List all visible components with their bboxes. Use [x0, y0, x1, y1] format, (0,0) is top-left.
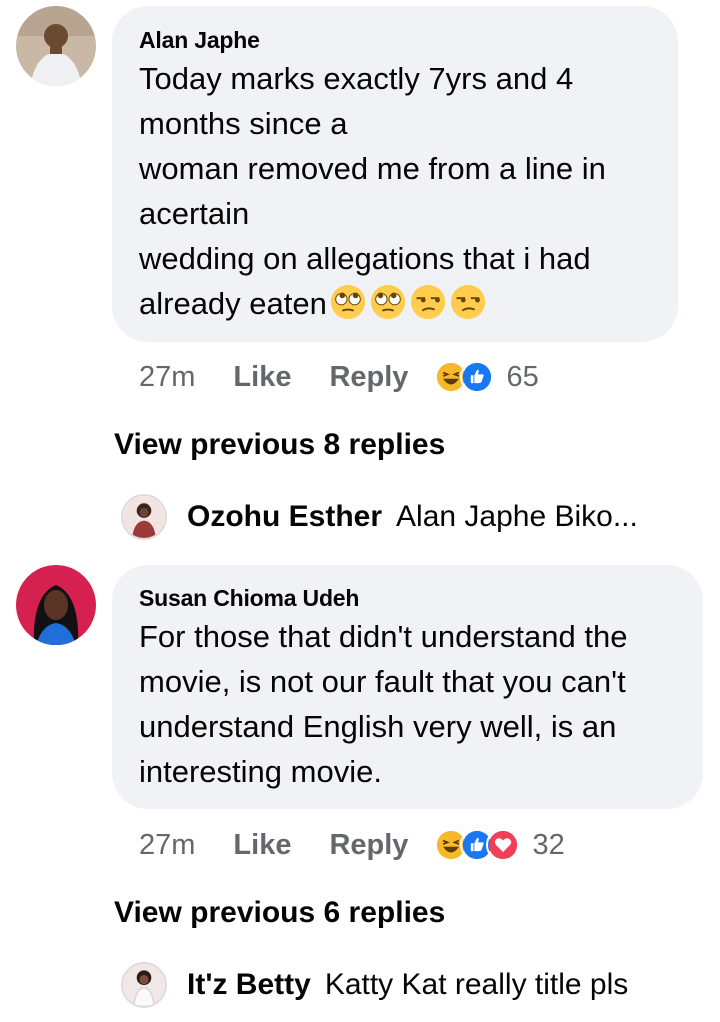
comment-line: interesting movie.: [139, 754, 382, 789]
comment-timestamp[interactable]: 27m: [139, 829, 195, 862]
like-button[interactable]: Like: [233, 361, 291, 394]
reaction-count: 65: [506, 360, 539, 393]
like-reaction-icon: [460, 360, 495, 394]
latest-reply[interactable]: Ozohu Esther Alan Japhe Biko...: [121, 492, 638, 542]
comment-author[interactable]: Susan Chioma Udeh: [139, 585, 359, 612]
view-previous-replies-link[interactable]: View previous 6 replies: [114, 896, 445, 930]
face-with-rolling-eyes-emoji: [369, 283, 407, 321]
comment-text: Today marks exactly 7yrs and 4 months si…: [139, 56, 606, 326]
avatar-susan-chioma-udeh[interactable]: [16, 565, 96, 645]
comment-line: understand English very well, is an: [139, 709, 617, 744]
comment-line: months since a: [139, 106, 348, 141]
reply-button[interactable]: Reply: [329, 361, 408, 394]
comment-timestamp[interactable]: 27m: [139, 361, 195, 394]
comment-line: movie, is not our fault that you can't: [139, 664, 626, 699]
reply-author[interactable]: Ozohu Esther: [187, 500, 382, 534]
comment-line: already eaten: [139, 286, 327, 321]
like-button[interactable]: Like: [233, 829, 291, 862]
unamused-face-emoji: [409, 283, 447, 321]
comment-line: For those that didn't understand the: [139, 619, 628, 654]
unamused-face-emoji: [449, 283, 487, 321]
comment-text: For those that didn't understand the mov…: [139, 614, 627, 794]
face-with-rolling-eyes-emoji: [329, 283, 367, 321]
reactions-summary[interactable]: 32: [434, 828, 565, 862]
love-reaction-icon: [486, 828, 521, 862]
reaction-count: 32: [532, 828, 565, 861]
reply-preview: Alan Japhe Biko...: [396, 500, 638, 533]
comment-actions: 27m Like Reply 65: [139, 357, 539, 397]
view-previous-replies-link[interactable]: View previous 8 replies: [114, 428, 445, 462]
comment-author[interactable]: Alan Japhe: [139, 27, 260, 54]
avatar-alan-japhe[interactable]: [16, 6, 96, 86]
comment-line: wedding on allegations that i had: [139, 241, 591, 276]
reactions-summary[interactable]: 65: [434, 360, 539, 394]
comment-line: woman removed me from a line in: [139, 151, 606, 186]
reply-author[interactable]: It'z Betty: [187, 968, 311, 1002]
avatar-ozohu-esther[interactable]: [121, 494, 167, 540]
comment-line: acertain: [139, 196, 250, 231]
comment-line: Today marks exactly 7yrs and 4: [139, 61, 574, 96]
latest-reply[interactable]: It'z Betty Katty Kat really title pls: [121, 960, 628, 1010]
comment-actions: 27m Like Reply 32: [139, 825, 565, 865]
reply-preview: Katty Kat really title pls: [324, 968, 629, 1001]
avatar-itz-betty[interactable]: [121, 962, 167, 1008]
reply-button[interactable]: Reply: [329, 829, 408, 862]
